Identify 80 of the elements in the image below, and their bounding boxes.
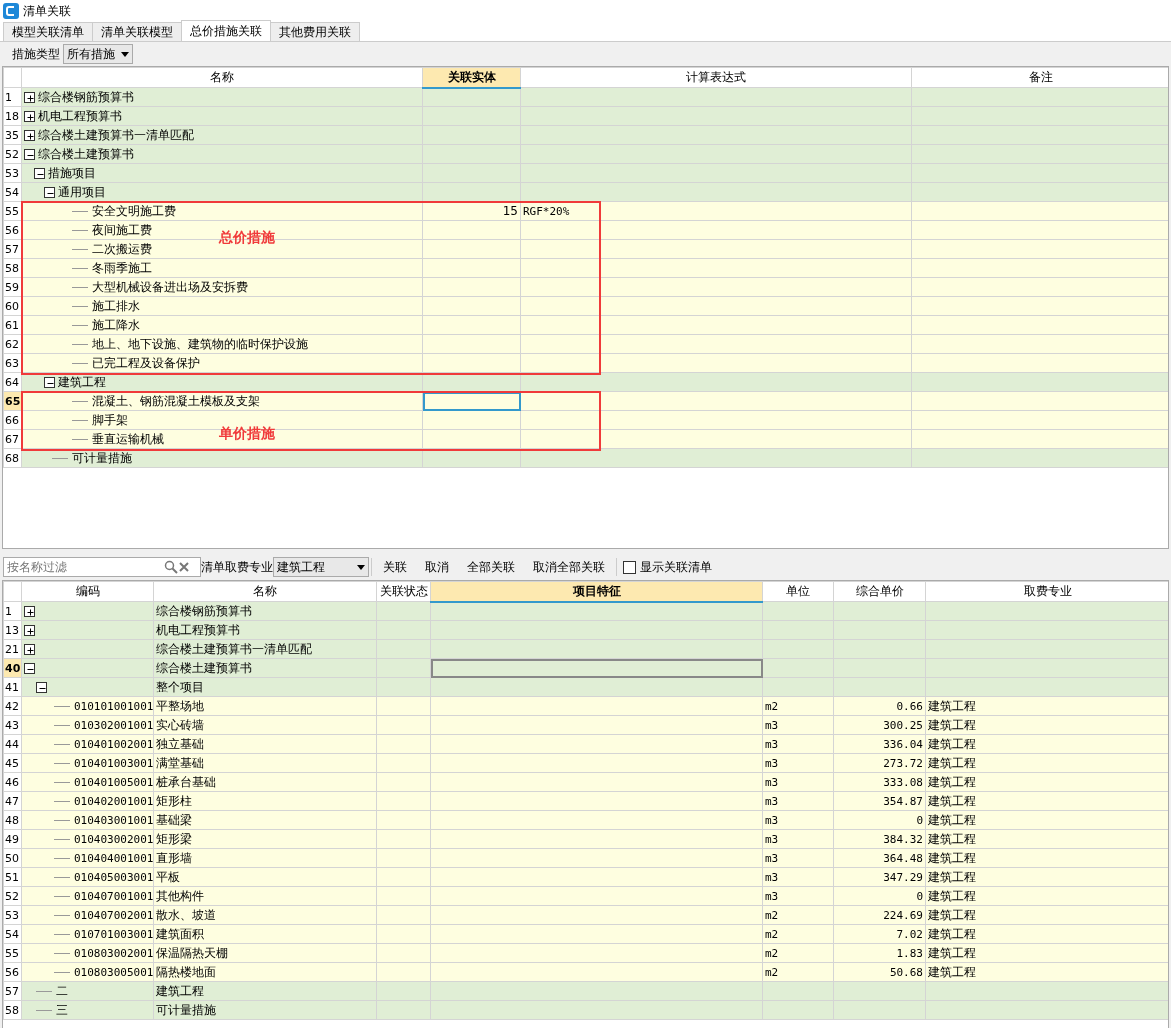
code-label: 010404001001 bbox=[74, 851, 153, 865]
code-label: 010407001001 bbox=[74, 889, 153, 903]
code-label: 010401003001 bbox=[74, 756, 153, 770]
tree-label: 垂直运输机械 bbox=[92, 431, 164, 446]
tree-label: 安全文明施工费 bbox=[92, 203, 176, 218]
column-header[interactable]: 项目特征 bbox=[430, 581, 763, 602]
tree-label: 大型机械设备进出场及安拆费 bbox=[92, 279, 248, 294]
toolbar-button[interactable]: 关联 bbox=[374, 558, 416, 576]
code-label: 二 bbox=[56, 983, 68, 998]
code-label: 010405003001 bbox=[74, 870, 153, 884]
tree-label: 二次搬运费 bbox=[92, 241, 152, 256]
fee-label: 清单取费专业 bbox=[201, 559, 273, 576]
column-header[interactable]: 取费专业 bbox=[925, 581, 1168, 602]
tree-label: 综合楼钢筋预算书 bbox=[38, 89, 134, 104]
code-label: 三 bbox=[56, 1002, 68, 1017]
code-label: 010701003001 bbox=[74, 927, 153, 941]
filter-label: 措施类型 bbox=[12, 46, 60, 63]
code-label: 010803002001 bbox=[74, 946, 153, 960]
collapse-toggle-icon[interactable] bbox=[24, 663, 35, 674]
collapse-toggle-icon[interactable] bbox=[44, 376, 55, 388]
expand-toggle-icon[interactable] bbox=[24, 91, 35, 103]
collapse-toggle-icon[interactable] bbox=[24, 148, 35, 160]
code-label: 010401002001 bbox=[74, 737, 153, 751]
tab[interactable]: 模型关联清单 bbox=[3, 22, 93, 41]
code-label: 010101001001 bbox=[74, 699, 153, 713]
code-label: 010403002001 bbox=[74, 832, 153, 846]
code-label: 010803005001 bbox=[74, 965, 153, 979]
tree-label: 可计量措施 bbox=[72, 450, 132, 465]
tree-label: 地上、地下设施、建筑物的临时保护设施 bbox=[92, 336, 308, 351]
toolbar-button[interactable]: 全部关联 bbox=[458, 558, 524, 576]
column-header[interactable]: 编码 bbox=[21, 581, 154, 602]
tab[interactable]: 清单关联模型 bbox=[92, 22, 182, 41]
column-header[interactable]: 名称 bbox=[21, 67, 423, 88]
measure-type-dropdown[interactable]: 所有措施 bbox=[63, 44, 133, 64]
tree-label: 综合楼土建预算书一清单匹配 bbox=[38, 127, 194, 142]
column-header[interactable]: 名称 bbox=[153, 581, 377, 602]
tree-label: 措施项目 bbox=[48, 165, 96, 180]
code-label: 010402001001 bbox=[74, 794, 153, 808]
collapse-toggle-icon[interactable] bbox=[34, 167, 45, 179]
code-label: 010407002001 bbox=[74, 908, 153, 922]
expand-toggle-icon[interactable] bbox=[24, 606, 35, 617]
tree-label: 混凝土、钢筋混凝土模板及支架 bbox=[92, 393, 260, 408]
code-label: 010302001001 bbox=[74, 718, 153, 732]
toolbar-button[interactable]: 取消全部关联 bbox=[524, 558, 614, 576]
column-header[interactable]: 综合单价 bbox=[833, 581, 926, 602]
tree-label: 通用项目 bbox=[58, 184, 106, 199]
search-field[interactable]: 按名称过滤 bbox=[3, 557, 201, 577]
annotation-label: 总价措施 bbox=[219, 227, 275, 247]
tree-label: 施工降水 bbox=[92, 317, 140, 332]
caret-icon bbox=[121, 51, 129, 57]
expand-toggle-icon[interactable] bbox=[24, 644, 35, 655]
column-header[interactable]: 关联状态 bbox=[376, 581, 431, 602]
tree-label: 脚手架 bbox=[92, 412, 128, 427]
code-label: 010403001001 bbox=[74, 813, 153, 827]
column-header[interactable]: 单位 bbox=[762, 581, 834, 602]
tree-label: 建筑工程 bbox=[58, 374, 106, 389]
tree-label: 夜间施工费 bbox=[92, 222, 152, 237]
search-icon[interactable] bbox=[164, 560, 178, 574]
tree-label: 冬雨季施工 bbox=[92, 260, 152, 275]
tree-label: 机电工程预算书 bbox=[38, 108, 122, 123]
tree-label: 施工排水 bbox=[92, 298, 140, 313]
annotation-label: 单价措施 bbox=[219, 423, 275, 443]
clear-icon[interactable] bbox=[178, 561, 190, 573]
expand-toggle-icon[interactable] bbox=[24, 625, 35, 636]
tree-label: 已完工程及设备保护 bbox=[92, 355, 200, 370]
caret-icon bbox=[357, 564, 365, 570]
code-label: 010401005001 bbox=[74, 775, 153, 789]
window-title: 清单关联 bbox=[23, 2, 71, 20]
expand-toggle-icon[interactable] bbox=[24, 129, 35, 141]
toolbar-button[interactable]: 取消 bbox=[416, 558, 458, 576]
tab[interactable]: 其他费用关联 bbox=[270, 22, 360, 41]
collapse-toggle-icon[interactable] bbox=[36, 682, 47, 693]
column-header[interactable]: 备注 bbox=[911, 67, 1168, 88]
column-header[interactable]: 计算表达式 bbox=[520, 67, 912, 88]
expand-toggle-icon[interactable] bbox=[24, 110, 35, 122]
tree-label: 综合楼土建预算书 bbox=[38, 146, 134, 161]
column-header[interactable]: 关联实体 bbox=[422, 67, 521, 88]
collapse-toggle-icon[interactable] bbox=[44, 186, 55, 198]
show-linked-checkbox[interactable]: 显示关联清单 bbox=[619, 558, 712, 576]
fee-dropdown[interactable]: 建筑工程 bbox=[273, 557, 369, 577]
